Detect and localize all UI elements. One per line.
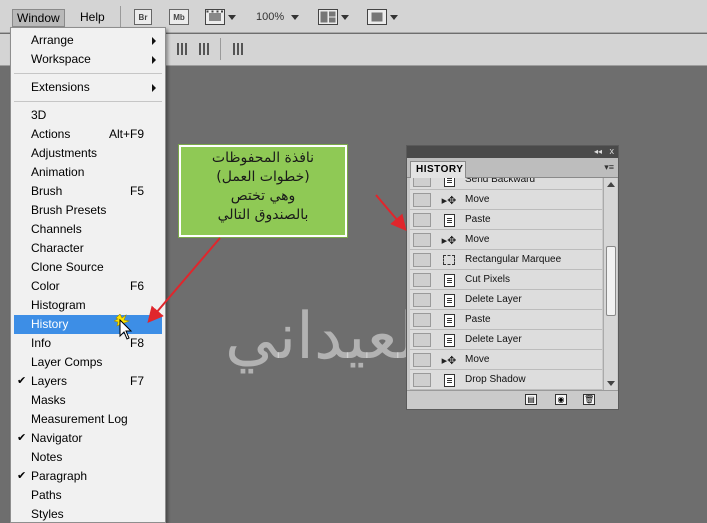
arrow-to-history-panel <box>375 194 407 232</box>
annotation-arrows <box>147 194 407 324</box>
mouse-cursor-icon <box>114 314 133 340</box>
arrow-to-history-item <box>147 237 221 324</box>
